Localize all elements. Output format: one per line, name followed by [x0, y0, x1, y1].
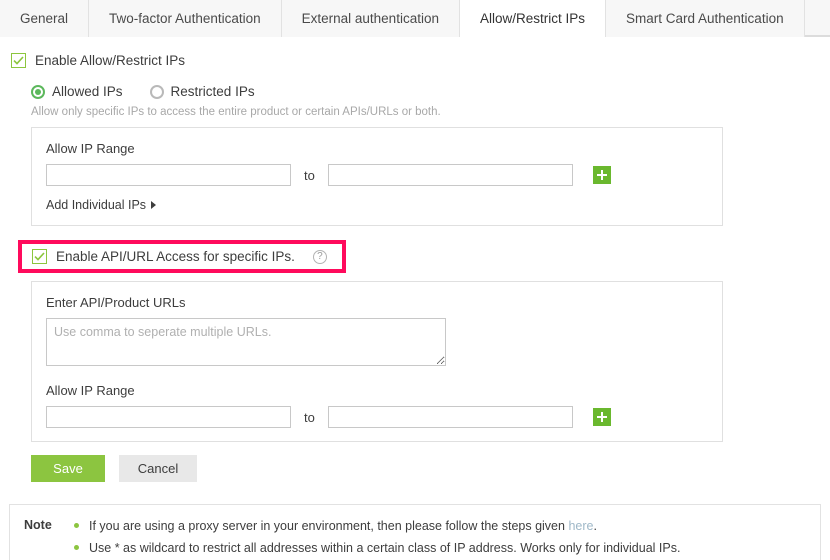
- tab-label: General: [20, 11, 68, 26]
- allow-ip-range-label: Allow IP Range: [46, 141, 706, 156]
- tab-label: Smart Card Authentication: [626, 11, 784, 26]
- ip-mode-radio-group: Allowed IPs Restricted IPs: [0, 84, 830, 99]
- radio-allowed-ips-label: Allowed IPs: [52, 84, 123, 99]
- tab-smart-card-authentication[interactable]: Smart Card Authentication: [606, 0, 805, 37]
- allow-ip-range-from-input[interactable]: [46, 164, 291, 186]
- tab-label: External authentication: [302, 11, 439, 26]
- save-button[interactable]: Save: [31, 455, 105, 482]
- tab-two-factor-authentication[interactable]: Two-factor Authentication: [89, 0, 282, 37]
- tab-label: Allow/Restrict IPs: [480, 11, 585, 26]
- enter-api-product-urls-label: Enter API/Product URLs: [46, 295, 706, 310]
- enable-api-url-access-label: Enable API/URL Access for specific IPs.: [56, 249, 295, 264]
- bullet-icon: [74, 545, 79, 550]
- note-item: If you are using a proxy server in your …: [74, 517, 806, 535]
- note-title: Note: [24, 517, 74, 560]
- allow-ip-range-to-label: to: [304, 168, 315, 183]
- api-allow-ip-range-from-input[interactable]: [46, 406, 291, 428]
- enable-api-url-access-highlight: Enable API/URL Access for specific IPs. …: [18, 240, 346, 273]
- enable-allow-restrict-ips-label: Enable Allow/Restrict IPs: [35, 53, 185, 68]
- radio-restricted-ips-label: Restricted IPs: [171, 84, 255, 99]
- add-individual-ips-toggle[interactable]: Add Individual IPs: [46, 198, 156, 212]
- enable-allow-restrict-ips-row: Enable Allow/Restrict IPs: [0, 49, 830, 71]
- note-text-post: .: [593, 519, 596, 533]
- tab-allow-restrict-ips[interactable]: Allow/Restrict IPs: [460, 0, 606, 37]
- add-api-ip-range-row-button[interactable]: [593, 408, 611, 426]
- note-here-link[interactable]: here: [568, 519, 593, 533]
- allow-ip-range-to-input[interactable]: [328, 164, 573, 186]
- radio-allowed-ips[interactable]: Allowed IPs: [31, 84, 123, 99]
- tab-bar-filler: [805, 0, 830, 36]
- note-item-text: If you are using a proxy server in your …: [89, 517, 597, 535]
- note-list: If you are using a proxy server in your …: [74, 517, 806, 560]
- api-allow-ip-range-row: to: [46, 406, 706, 428]
- radio-restricted-ips-indicator[interactable]: [150, 85, 164, 99]
- add-ip-range-row-button[interactable]: [593, 166, 611, 184]
- bullet-icon: [74, 523, 79, 528]
- tab-general[interactable]: General: [0, 0, 89, 37]
- api-allow-ip-range-to-input[interactable]: [328, 406, 573, 428]
- add-individual-ips-label: Add Individual IPs: [46, 198, 146, 212]
- api-allow-ip-range-to-label: to: [304, 410, 315, 425]
- allow-ip-range-row: to: [46, 164, 706, 186]
- settings-tab-bar: General Two-factor Authentication Extern…: [0, 0, 830, 37]
- note-panel: Note If you are using a proxy server in …: [9, 504, 821, 560]
- note-text-pre: If you are using a proxy server in your …: [89, 519, 568, 533]
- form-actions: Save Cancel: [31, 455, 830, 482]
- ip-mode-hint: Allow only specific IPs to access the en…: [0, 106, 830, 118]
- allow-ip-range-panel: Allow IP Range to Add Individual IPs: [31, 127, 723, 226]
- cancel-button[interactable]: Cancel: [119, 455, 197, 482]
- note-item-text: Use * as wildcard to restrict all addres…: [89, 539, 680, 557]
- radio-restricted-ips[interactable]: Restricted IPs: [150, 84, 255, 99]
- tab-external-authentication[interactable]: External authentication: [282, 0, 460, 37]
- api-allow-ip-range-label: Allow IP Range: [46, 383, 706, 398]
- help-icon[interactable]: ?: [313, 250, 327, 264]
- caret-right-icon: [151, 201, 156, 209]
- tab-label: Two-factor Authentication: [109, 11, 261, 26]
- checkmark-icon: [13, 56, 24, 65]
- note-item: Use * as wildcard to restrict all addres…: [74, 539, 806, 557]
- radio-allowed-ips-indicator[interactable]: [31, 85, 45, 99]
- api-url-access-panel: Enter API/Product URLs Allow IP Range to: [31, 281, 723, 442]
- enable-api-url-access-checkbox[interactable]: [32, 249, 47, 264]
- allow-restrict-ips-panel: Enable Allow/Restrict IPs Allowed IPs Re…: [0, 37, 830, 560]
- enable-allow-restrict-ips-checkbox[interactable]: [11, 53, 26, 68]
- api-product-urls-textarea[interactable]: [46, 318, 446, 366]
- checkmark-icon: [34, 252, 45, 261]
